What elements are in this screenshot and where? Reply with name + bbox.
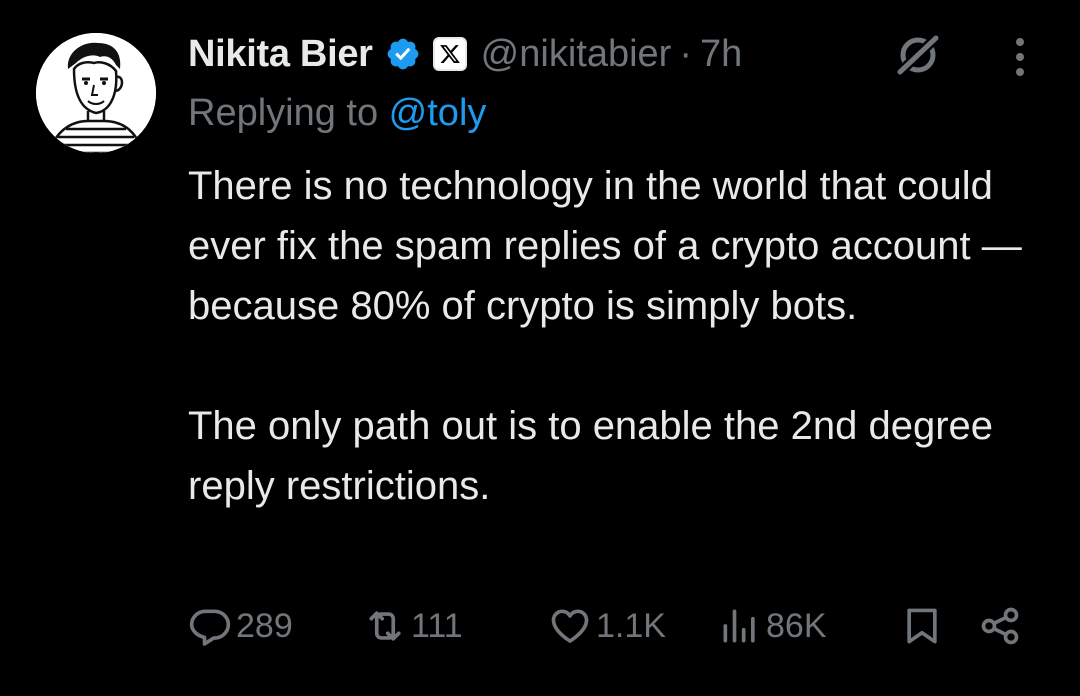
x-logo-icon[interactable]: [432, 37, 467, 71]
views-bars-icon: [718, 604, 762, 648]
repost-count: 111: [411, 606, 463, 645]
tweet-paragraph: There is no technology in the world that…: [188, 164, 1022, 328]
repost-icon: [363, 604, 407, 648]
views-count: 86K: [766, 606, 827, 645]
tweet-timestamp[interactable]: 7h: [700, 33, 742, 76]
author-name[interactable]: Nikita Bier: [188, 33, 373, 76]
tweet[interactable]: Nikita Bier @nikitabier · 7h Replying to…: [0, 0, 1080, 696]
author-handle[interactable]: @nikitabier: [481, 33, 672, 76]
reply-mention-link[interactable]: @toly: [389, 92, 487, 134]
replying-to: Replying to @toly: [188, 92, 486, 135]
tweet-paragraph: The only path out is to enable the 2nd d…: [188, 404, 994, 508]
bookmark-icon: [900, 604, 944, 648]
reply-button[interactable]: 289: [188, 598, 293, 654]
grok-icon[interactable]: [892, 31, 944, 79]
repost-button[interactable]: 111: [363, 598, 463, 654]
like-count: 1.1K: [596, 606, 666, 645]
avatar-image: [36, 33, 156, 153]
share-button[interactable]: [978, 598, 1022, 654]
share-icon: [978, 604, 1022, 648]
action-bar: 289 111 1.1K 86K: [188, 598, 1028, 654]
tweet-header: Nikita Bier @nikitabier · 7h: [188, 24, 742, 84]
like-button[interactable]: 1.1K: [548, 598, 666, 654]
verified-badge-icon[interactable]: [385, 36, 421, 72]
tweet-text: There is no technology in the world that…: [188, 156, 1058, 516]
views-button[interactable]: 86K: [718, 598, 827, 654]
separator-dot: ·: [679, 32, 692, 75]
replying-to-label: Replying to: [188, 92, 389, 134]
bookmark-button[interactable]: [900, 598, 944, 654]
reply-count: 289: [236, 606, 293, 645]
more-dots-icon[interactable]: [1005, 36, 1035, 78]
heart-icon: [548, 604, 592, 648]
avatar[interactable]: [36, 33, 156, 153]
reply-bubble-icon: [188, 604, 232, 648]
